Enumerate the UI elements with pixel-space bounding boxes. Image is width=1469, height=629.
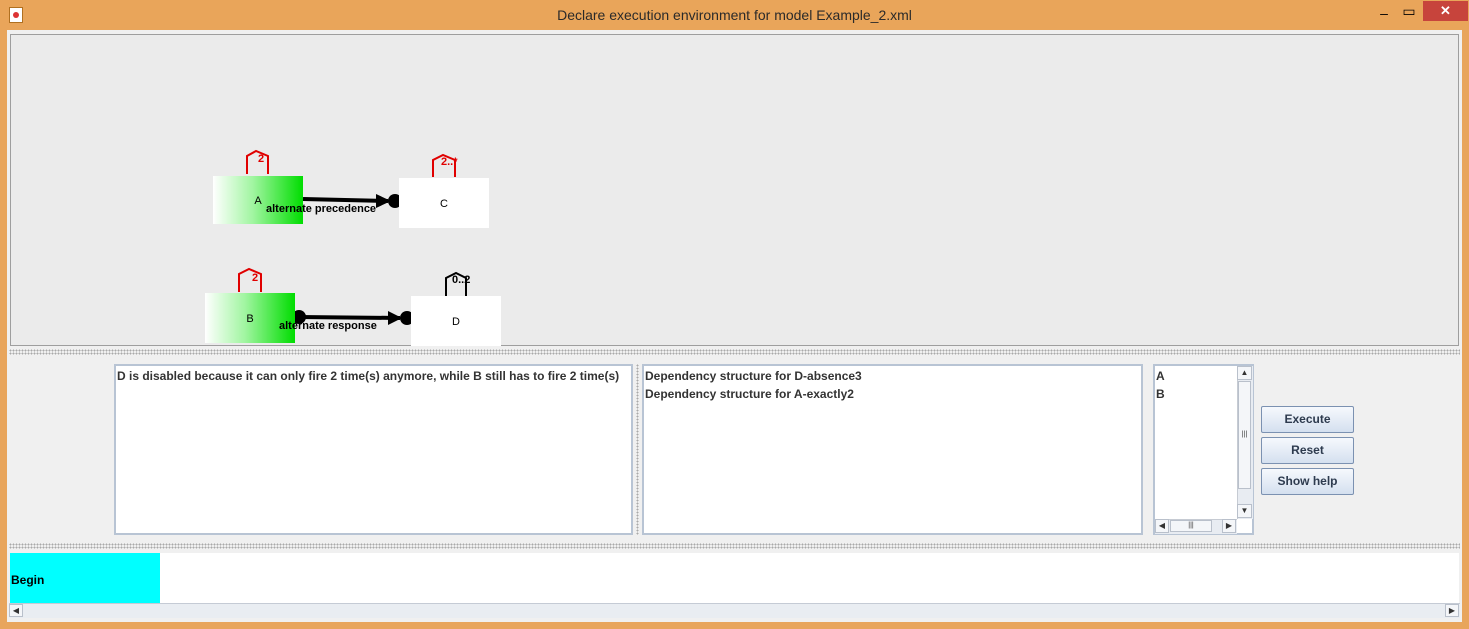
pane-divider[interactable] [636,364,639,535]
trace-event-begin[interactable]: Begin [10,553,160,603]
trace-horizontal-scrollbar[interactable] [9,603,1460,618]
scroll-right-button[interactable]: ▶ [1445,604,1459,617]
activity-c[interactable]: C [399,178,489,228]
message-pane[interactable]: D is disabled because it can only fire 2… [114,364,633,535]
constraint-label-d: 0..2 [452,274,471,286]
activity-d[interactable]: D [411,296,501,346]
activity-b[interactable]: B [205,293,295,343]
dependency-line: Dependency structure for A-exactly2 [645,387,854,401]
trace-event-label: Begin [11,573,45,587]
message-line: D is disabled because it can only fire 2… [117,369,620,383]
constraint-label-b: 2 [252,272,259,284]
scroll-left-button[interactable]: ◀ [9,604,23,617]
list-scroll-left-button[interactable]: ◀ [1155,519,1169,533]
dependency-line: Dependency structure for D-absence3 [645,369,862,383]
scroll-down-button[interactable]: ▼ [1237,504,1252,518]
split-divider[interactable] [9,349,1460,355]
execute-button[interactable]: Execute [1261,406,1354,433]
trace-panel[interactable] [10,553,1459,603]
list-item[interactable]: A [1156,369,1235,387]
activity-d-label: D [452,316,460,328]
activity-a[interactable]: A [213,176,303,224]
split-divider[interactable] [9,543,1460,549]
relation-label-alternate-response: alternate response [279,320,377,332]
activity-c-label: C [440,198,448,210]
relation-label-alternate-precedence: alternate precedence [266,203,377,215]
list-scroll-right-button[interactable]: ▶ [1222,519,1236,533]
scroll-thumb[interactable]: ||| [1238,381,1251,489]
show-help-button[interactable]: Show help [1261,468,1354,495]
list-item[interactable]: B [1156,387,1235,405]
constraint-label-a: 2 [258,153,265,165]
dependency-pane[interactable]: Dependency structure for D-absence3 Depe… [642,364,1143,535]
list-scroll-thumb[interactable]: ||| [1170,520,1212,532]
reset-button[interactable]: Reset [1261,437,1354,464]
constraint-label-c: 2..* [441,156,458,168]
scroll-up-button[interactable]: ▲ [1237,366,1252,380]
